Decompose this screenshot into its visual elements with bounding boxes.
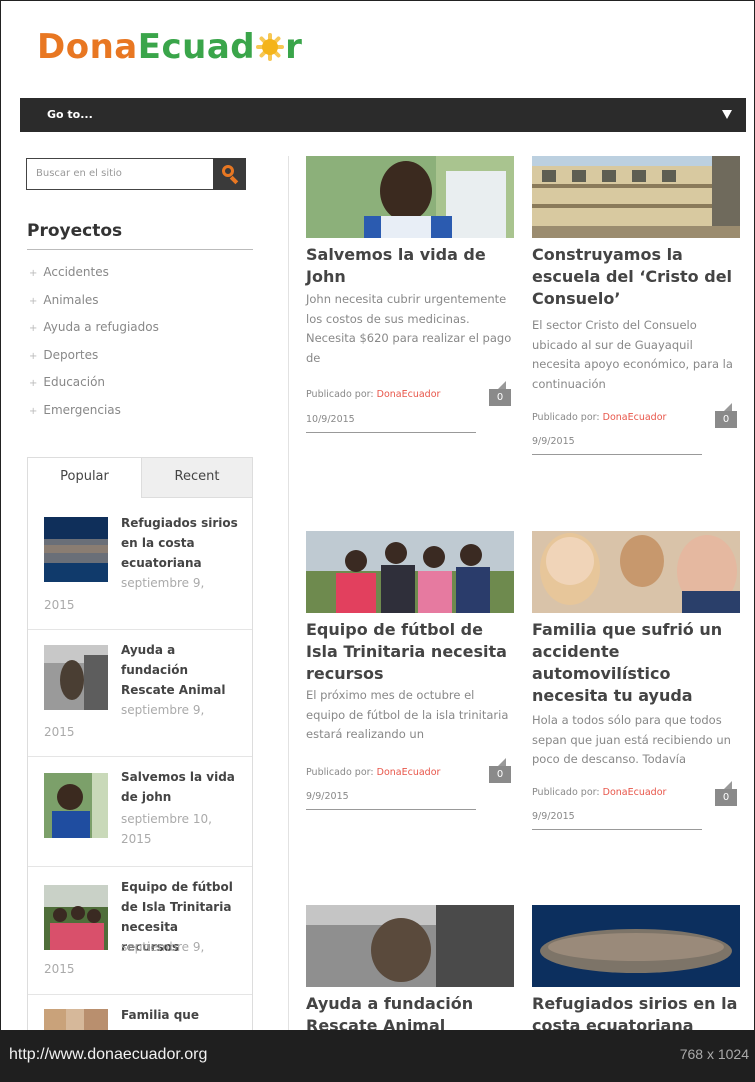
post-image[interactable] [306, 531, 514, 613]
post-card: Refugiados sirios en la costa ecuatorian… [532, 905, 742, 1030]
list-item-year: 2015 [44, 725, 75, 739]
thumbnail-image [44, 645, 108, 710]
post-date: 9/9/2015 [532, 436, 575, 447]
thumbnail-image [44, 1009, 108, 1030]
category-list: + Accidentes + Animales + Ayuda a refugiado… [29, 265, 159, 430]
comment-count[interactable]: 0 [715, 403, 737, 429]
post-meta: Publicado por: DonaEcuador [532, 787, 667, 798]
list-item-year: 2015 [121, 832, 152, 846]
tab-popular[interactable]: Popular [28, 458, 141, 498]
category-item[interactable]: + Educación [29, 375, 159, 403]
chevron-down-icon [722, 110, 732, 119]
post-image[interactable] [306, 156, 514, 238]
post-image[interactable] [532, 156, 740, 238]
post-image[interactable] [306, 905, 514, 987]
post-card: Salvemos la vida de John John necesita c… [306, 156, 516, 446]
post-image[interactable] [532, 531, 740, 613]
post-title[interactable]: Salvemos la vida de John [306, 244, 516, 288]
search-button[interactable] [213, 158, 246, 190]
post-title[interactable]: Construyamos la escuela del ‘Cristo del … [532, 244, 742, 310]
post-card: Construyamos la escuela del ‘Cristo del … [532, 156, 742, 466]
category-item[interactable]: + Emergencias [29, 403, 159, 431]
comment-count[interactable]: 0 [489, 758, 511, 784]
list-item-year: 2015 [44, 598, 75, 612]
list-item-date: septiembre 9, [121, 576, 205, 590]
post-card: Familia que sufrió un accidente automovi… [532, 531, 742, 841]
author-link[interactable]: DonaEcuador [377, 767, 441, 778]
category-item[interactable]: + Accidentes [29, 265, 159, 293]
site-logo[interactable]: DonaEcuad r [37, 27, 302, 67]
comment-icon [724, 781, 732, 789]
post-card: Equipo de fútbol de Isla Trinitaria nece… [306, 531, 516, 821]
list-item-date: septiembre 10, [121, 812, 212, 826]
comment-icon [498, 381, 506, 389]
list-item-date: septiembre 9, [121, 703, 205, 717]
search-box: Buscar en el sitio [26, 158, 246, 190]
nav-goto-label: Go to... [47, 108, 93, 121]
page-frame: DonaEcuad r Go to... Buscar en el sitio P… [0, 0, 755, 1030]
category-item[interactable]: + Deportes [29, 348, 159, 376]
thumbnail-image [44, 773, 108, 838]
author-link[interactable]: DonaEcuador [603, 412, 667, 423]
post-image[interactable] [532, 905, 740, 987]
search-input[interactable]: Buscar en el sitio [36, 168, 122, 179]
list-item-title[interactable]: Refugiados sirios en la costa ecuatorian… [121, 513, 239, 573]
thumbnail-image [44, 885, 108, 950]
comment-icon [498, 758, 506, 766]
list-item[interactable]: Refugiados sirios en la costa ecuatorian… [28, 499, 252, 630]
popular-recent-widget: Popular Recent Refugiados sirios en la c… [27, 457, 253, 1030]
list-item[interactable]: Equipo de fútbol de Isla Trinitaria nece… [28, 867, 252, 995]
list-item-year: 2015 [44, 962, 75, 976]
post-title[interactable]: Familia que sufrió un accidente automovi… [532, 619, 742, 707]
category-item[interactable]: + Animales [29, 293, 159, 321]
post-card: Ayuda a fundación Rescate Animal [306, 905, 516, 1030]
post-meta: Publicado por: DonaEcuador [532, 412, 667, 423]
list-item[interactable]: Familia que [28, 995, 252, 1030]
post-meta: Publicado por: DonaEcuador [306, 767, 441, 778]
list-item-title[interactable]: Familia que [121, 1005, 239, 1025]
post-date: 10/9/2015 [306, 414, 355, 425]
divider [306, 432, 476, 433]
comment-count[interactable]: 0 [489, 381, 511, 407]
comment-count[interactable]: 0 [715, 781, 737, 807]
post-title[interactable]: Refugiados sirios en la costa ecuatorian… [532, 993, 742, 1030]
post-date: 9/9/2015 [306, 791, 349, 802]
author-link[interactable]: DonaEcuador [603, 787, 667, 798]
thumbnail-image [44, 517, 108, 582]
logo-text-r: r [285, 27, 303, 67]
author-link[interactable]: DonaEcuador [377, 389, 441, 400]
tab-recent[interactable]: Recent [141, 458, 252, 498]
list-item-title[interactable]: Ayuda a fundación Rescate Animal [121, 640, 239, 700]
list-item-title[interactable]: Salvemos la vida de john [121, 767, 239, 807]
category-item[interactable]: + Ayuda a refugiados [29, 320, 159, 348]
list-item[interactable]: Ayuda a fundación Rescate Animal septiem… [28, 630, 252, 757]
sun-icon [256, 33, 285, 61]
list-item-date: septiembre 9, [121, 940, 205, 954]
status-bar: http://www.donaecuador.org 768 x 1024 [0, 1030, 755, 1082]
projects-heading: Proyectos [27, 221, 123, 241]
post-date: 9/9/2015 [532, 811, 575, 822]
column-divider [288, 156, 289, 1030]
status-url: http://www.donaecuador.org [9, 1046, 208, 1063]
post-excerpt: El sector Cristo del Consuelo ubicado al… [532, 318, 733, 391]
logo-text-ecuad: Ecuad [137, 27, 256, 67]
logo-text-dona: Dona [37, 27, 138, 67]
post-title[interactable]: Equipo de fútbol de Isla Trinitaria nece… [306, 619, 516, 685]
post-meta: Publicado por: DonaEcuador [306, 389, 441, 400]
divider [532, 829, 702, 830]
divider [532, 454, 702, 455]
post-excerpt: Hola a todos sólo para que todos sepan q… [532, 713, 731, 766]
post-excerpt: El próximo mes de octubre el equipo de f… [306, 688, 509, 741]
divider [306, 809, 476, 810]
list-item[interactable]: Salvemos la vida de john septiembre 10, … [28, 757, 252, 867]
viewport-size: 768 x 1024 [679, 1046, 749, 1062]
post-excerpt: John necesita cubrir urgentemente los co… [306, 292, 512, 365]
divider [27, 249, 253, 250]
nav-select[interactable]: Go to... [20, 98, 746, 132]
post-title[interactable]: Ayuda a fundación Rescate Animal [306, 993, 516, 1030]
comment-icon [724, 403, 732, 411]
